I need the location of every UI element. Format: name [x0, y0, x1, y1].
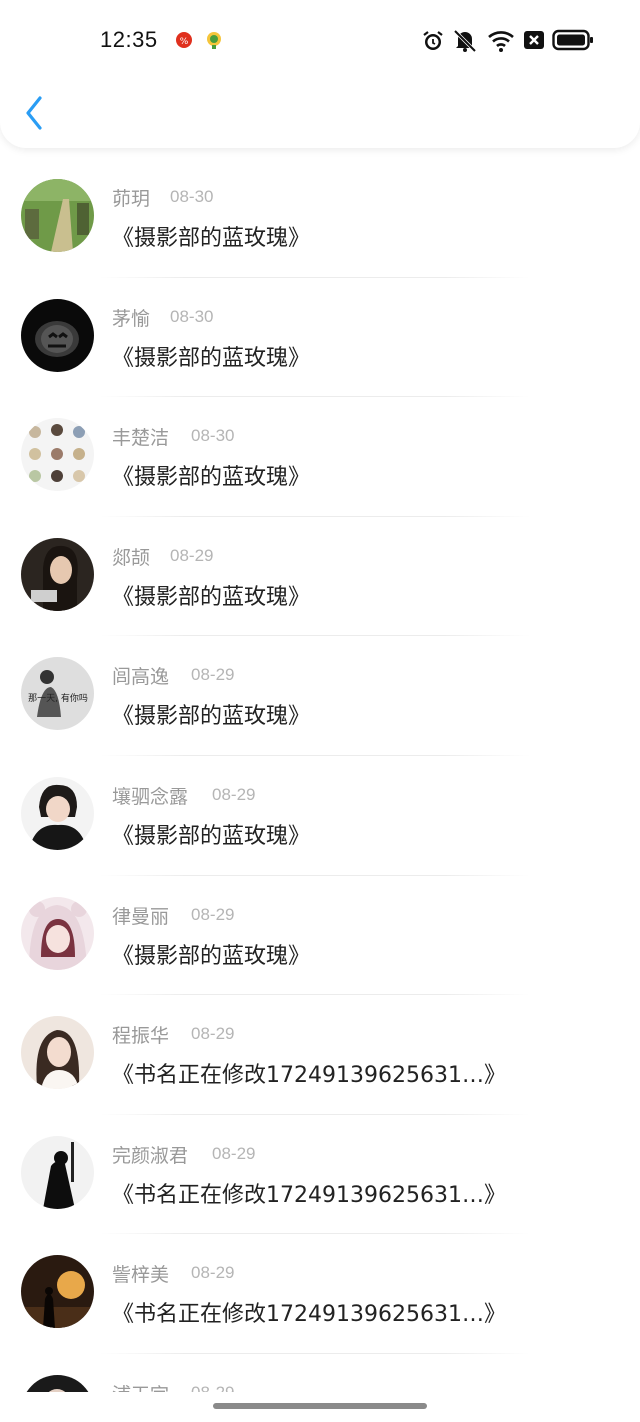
- list-item[interactable]: 完颜淑君 08-29 《书名正在修改17249139625631…》: [0, 1115, 640, 1235]
- comment-date: 08-29: [170, 545, 214, 565]
- book-title: 《摄影部的蓝玫瑰》: [112, 226, 311, 251]
- list-item[interactable]: 茅愉 08-30 《摄影部的蓝玫瑰》: [0, 278, 640, 398]
- user-name: 律曼丽: [112, 905, 170, 928]
- avatar[interactable]: [21, 1255, 94, 1329]
- app-notification-icon: %: [174, 30, 194, 50]
- status-bar: 12:35 %: [0, 0, 640, 80]
- svg-text:%: %: [180, 37, 189, 47]
- user-name: 茆玥: [112, 188, 151, 210]
- book-title: 《摄影部的蓝玫瑰》: [112, 345, 311, 371]
- book-title: 《摄影部的蓝玫瑰》: [112, 704, 311, 730]
- chevron-left-icon: [26, 96, 42, 130]
- user-name: 郯颉: [112, 546, 151, 569]
- user-name: 浦天宇: [112, 1380, 169, 1392]
- comment-date: 08-29: [212, 1143, 256, 1163]
- book-title: 《书名正在修改17249139625631…》: [112, 1063, 506, 1089]
- avatar[interactable]: [21, 179, 94, 252]
- comment-list[interactable]: 茆玥 08-30 《摄影部的蓝玫瑰》 茅愉 08-30 《摄影部的蓝玫瑰》 丰楚…: [0, 158, 640, 1392]
- avatar[interactable]: [21, 537, 94, 611]
- user-name: 茅愉: [112, 307, 151, 330]
- avatar[interactable]: [21, 1135, 94, 1209]
- user-name: 丰楚洁: [112, 427, 170, 450]
- list-item[interactable]: 浦天宇 08-29: [0, 1354, 640, 1392]
- comment-date: 08-30: [191, 426, 235, 446]
- user-name: 程振华: [112, 1025, 170, 1048]
- comment-date: 08-29: [212, 784, 256, 804]
- book-title: 《摄影部的蓝玫瑰》: [112, 465, 311, 491]
- list-item[interactable]: 訾梓美 08-29 《书名正在修改17249139625631…》: [0, 1234, 640, 1354]
- user-name: 訾梓美: [112, 1264, 170, 1287]
- avatar[interactable]: [21, 1374, 94, 1392]
- book-title: 《摄影部的蓝玫瑰》: [112, 943, 311, 969]
- app-notification-icon-2: [204, 30, 224, 50]
- avatar[interactable]: 那一天, 有你吗: [21, 657, 94, 731]
- mute-icon: [452, 29, 478, 57]
- comment-date: 08-29: [191, 665, 235, 685]
- avatar-caption: 那一天, 有你吗: [28, 692, 88, 704]
- book-title: 《书名正在修改17249139625631…》: [112, 1302, 506, 1328]
- alarm-icon: [421, 29, 445, 57]
- back-button[interactable]: [20, 92, 56, 132]
- book-title: 《摄影部的蓝玫瑰》: [112, 584, 311, 610]
- user-name: 壤驷念露: [112, 785, 189, 808]
- avatar[interactable]: [21, 896, 94, 970]
- list-item[interactable]: 丰楚洁 08-30 《摄影部的蓝玫瑰》: [0, 397, 640, 517]
- avatar[interactable]: [21, 776, 94, 850]
- comment-date: 08-30: [170, 306, 214, 326]
- list-item[interactable]: 郯颉 08-29 《摄影部的蓝玫瑰》: [0, 517, 640, 637]
- avatar[interactable]: [21, 298, 94, 372]
- comment-date: 08-29: [191, 1263, 235, 1283]
- comment-date: 08-29: [191, 904, 235, 924]
- user-name: 完颜淑君: [112, 1144, 189, 1167]
- list-item[interactable]: 壤驷念露 08-29 《摄影部的蓝玫瑰》: [0, 756, 640, 876]
- list-item[interactable]: 那一天, 有你吗 闾高逸 08-29 《摄影部的蓝玫瑰》: [0, 636, 640, 756]
- avatar[interactable]: [21, 1016, 94, 1090]
- status-time: 12:35: [100, 27, 158, 52]
- battery-icon: [552, 29, 594, 55]
- comment-date: 08-29: [191, 1383, 234, 1392]
- list-item[interactable]: 律曼丽 08-29 《摄影部的蓝玫瑰》: [0, 876, 640, 996]
- comment-date: 08-30: [170, 187, 214, 206]
- home-indicator[interactable]: [213, 1403, 427, 1409]
- book-title: 《书名正在修改17249139625631…》: [112, 1182, 506, 1208]
- user-name: 闾高逸: [112, 666, 170, 689]
- top-bar: 12:35 %: [0, 0, 640, 148]
- wifi-icon: [487, 29, 515, 57]
- sim-off-icon: [523, 29, 545, 55]
- list-item[interactable]: 茆玥 08-30 《摄影部的蓝玫瑰》: [0, 158, 640, 278]
- list-item[interactable]: 程振华 08-29 《书名正在修改17249139625631…》: [0, 995, 640, 1115]
- comment-date: 08-29: [191, 1024, 235, 1044]
- avatar[interactable]: [21, 418, 94, 492]
- book-title: 《摄影部的蓝玫瑰》: [112, 823, 311, 849]
